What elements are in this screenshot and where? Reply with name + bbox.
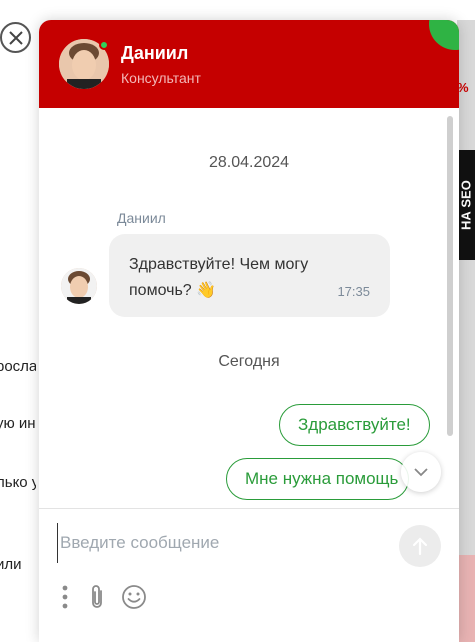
incoming-message-text: Здравствуйте! Чем могу помочь? 👋 [129, 256, 309, 299]
smiley-icon [122, 585, 146, 609]
more-options-button[interactable] [51, 583, 79, 611]
header-corner-badge [429, 20, 459, 50]
online-status-indicator [99, 40, 109, 50]
close-widget-button[interactable] [0, 22, 31, 53]
background-seo-banner: НА SEO [457, 150, 475, 260]
chat-header: Даниил Консультант [39, 20, 459, 108]
today-separator: Сегодня [218, 353, 280, 370]
outgoing-message: Мне нужна помощь [226, 458, 409, 500]
message-timestamp: 17:35 [337, 284, 370, 299]
incoming-message: Здравствуйте! Чем могу помочь? 👋 17:35 [109, 234, 390, 317]
background-percent: % [457, 80, 469, 95]
paperclip-icon [92, 585, 102, 608]
chat-widget: Даниил Консультант 28.04.2024 Даниил Здр… [39, 20, 459, 642]
send-button[interactable] [399, 525, 441, 567]
background-text: росла [0, 358, 36, 375]
background-text: лько у [0, 474, 36, 491]
send-arrow-icon [412, 537, 428, 556]
outgoing-message: Здравствуйте! [279, 404, 430, 446]
chevron-down-icon [414, 468, 428, 477]
message-composer [39, 509, 459, 642]
agent-role: Консультант [121, 70, 201, 86]
attach-file-button[interactable] [83, 583, 111, 611]
close-icon [8, 30, 23, 45]
date-separator: 28.04.2024 [208, 154, 290, 171]
message-author: Даниил [117, 210, 166, 226]
background-text: ую ин [0, 415, 36, 432]
message-input[interactable] [57, 523, 387, 563]
agent-name: Даниил [121, 43, 189, 63]
emoji-button[interactable] [120, 583, 148, 611]
message-author-avatar [61, 268, 97, 304]
background-arrow-block [457, 555, 475, 642]
more-vertical-icon [62, 585, 68, 609]
scroll-down-button[interactable] [401, 452, 441, 492]
background-text: или [0, 556, 22, 573]
